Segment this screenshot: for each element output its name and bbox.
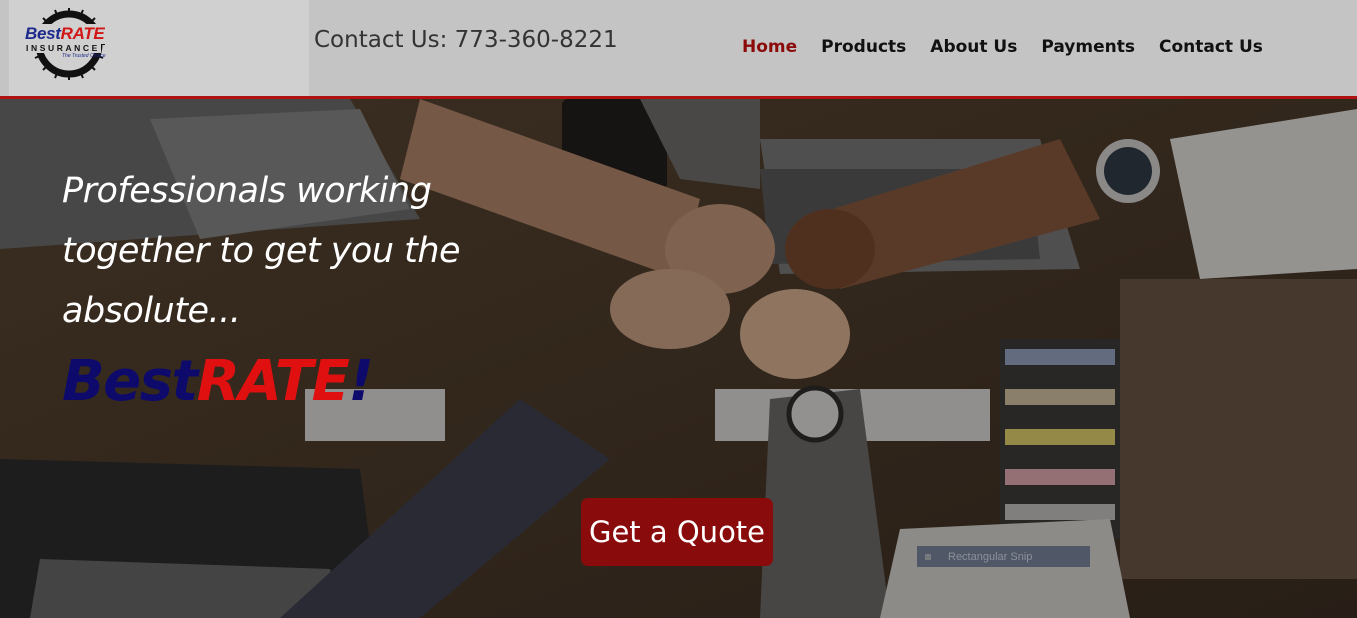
hero-brand-exclamation: ! bbox=[348, 349, 374, 414]
snip-icon bbox=[925, 553, 931, 560]
logo-brand-best: Best bbox=[25, 24, 61, 43]
logo-brand-rate: RATE bbox=[60, 24, 105, 43]
hero-brand-name: BestRATE! bbox=[62, 349, 374, 414]
nav-item-home[interactable]: Home bbox=[742, 37, 797, 57]
page: BestRATE INSURANCE The Trusted Choice Co… bbox=[0, 0, 1357, 618]
logo[interactable]: BestRATE INSURANCE The Trusted Choice bbox=[9, 0, 309, 96]
logo-insurance-text: INSURANCE bbox=[25, 43, 101, 53]
hero-tagline: Professionals working together to get yo… bbox=[62, 171, 461, 331]
logo-brand-text: BestRATE bbox=[24, 24, 106, 44]
main-nav: Home Products About Us Payments Contact … bbox=[742, 37, 1287, 57]
hero-brand-rate: RATE bbox=[196, 349, 350, 414]
header-contact-phone: Contact Us: 773-360-8221 bbox=[314, 27, 618, 53]
site-header: BestRATE INSURANCE The Trusted Choice Co… bbox=[0, 0, 1357, 99]
snip-tool-overlay[interactable]: Rectangular Snip bbox=[917, 546, 1090, 567]
hero-section: Professionals working together to get yo… bbox=[0, 99, 1357, 618]
nav-item-payments[interactable]: Payments bbox=[1041, 37, 1135, 57]
hero-brand-best: Best bbox=[62, 349, 198, 414]
logo-tagline: The Trusted Choice bbox=[62, 53, 106, 59]
nav-item-contact-us[interactable]: Contact Us bbox=[1159, 37, 1263, 57]
nav-item-about-us[interactable]: About Us bbox=[930, 37, 1017, 57]
snip-tool-label: Rectangular Snip bbox=[948, 550, 1033, 563]
nav-item-products[interactable]: Products bbox=[821, 37, 906, 57]
get-a-quote-button[interactable]: Get a Quote bbox=[581, 498, 773, 566]
